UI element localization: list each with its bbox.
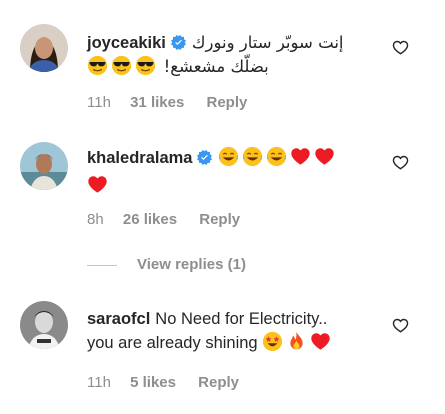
- timestamp[interactable]: 8h: [87, 211, 104, 228]
- comment-body: joyceakiki إنت سوبّر ستار ونورك !بضلّك مش…: [87, 31, 387, 79]
- timestamp[interactable]: 11h: [87, 94, 111, 111]
- smiling-face-with-sunglasses-icon: [135, 55, 156, 76]
- like-heart-icon[interactable]: [392, 154, 409, 171]
- comment-text-line2: !بضلّك مشعشع: [163, 57, 269, 76]
- star-struck-icon: [262, 331, 283, 352]
- comment-meta: 11h 31 likes Reply: [87, 94, 265, 111]
- face-with-tears-of-joy-icon: [242, 146, 263, 167]
- red-heart-icon: [290, 146, 311, 167]
- verified-badge-icon: [171, 35, 186, 50]
- view-replies-button[interactable]: View replies (1): [137, 256, 246, 273]
- comment-emojis: [87, 58, 164, 76]
- like-count[interactable]: 26 likes: [123, 211, 177, 228]
- like-count[interactable]: 31 likes: [130, 94, 184, 111]
- smiling-face-with-sunglasses-icon: [87, 55, 108, 76]
- comment-text-line1: No Need for Electricity..: [155, 310, 328, 328]
- avatar[interactable]: [20, 142, 68, 190]
- face-with-tears-of-joy-icon: [266, 146, 287, 167]
- reply-button[interactable]: Reply: [198, 374, 239, 391]
- timestamp[interactable]: 11h: [87, 374, 111, 391]
- smiling-face-with-sunglasses-icon: [111, 55, 132, 76]
- replies-divider: [87, 265, 117, 266]
- avatar-image: [20, 142, 68, 190]
- comment-body: khaledralama: [87, 146, 387, 198]
- comment-body: saraofcl No Need for Electricity.. you ar…: [87, 307, 387, 355]
- red-heart-icon: [310, 331, 331, 352]
- verified-badge-icon: [197, 150, 212, 165]
- reply-button[interactable]: Reply: [206, 94, 247, 111]
- comment-joyceakiki: joyceakiki إنت سوبّر ستار ونورك !بضلّك مش…: [0, 0, 445, 120]
- red-heart-icon: [87, 174, 108, 195]
- comment-khaledralama: khaledralama 8h 26 likes Reply View repl…: [0, 120, 445, 280]
- like-heart-icon[interactable]: [392, 317, 409, 334]
- comment-text-line1: إنت سوبّر ستار ونورك: [191, 33, 344, 52]
- comment-emojis: [218, 149, 338, 167]
- face-with-tears-of-joy-icon: [218, 146, 239, 167]
- red-heart-icon: [314, 146, 335, 167]
- comment-meta: 8h 26 likes Reply: [87, 211, 258, 228]
- comment-text-line2: you are already shining: [87, 334, 258, 352]
- fire-icon: [286, 331, 307, 352]
- username[interactable]: joyceakiki: [87, 34, 166, 52]
- like-heart-icon[interactable]: [392, 39, 409, 56]
- avatar-image: [20, 24, 68, 72]
- comment-meta: 11h 5 likes Reply: [87, 374, 257, 391]
- username[interactable]: khaledralama: [87, 149, 192, 167]
- comment-emojis: [262, 334, 334, 352]
- username[interactable]: saraofcl: [87, 310, 150, 328]
- comment-saraofcl: saraofcl No Need for Electricity.. you ar…: [0, 290, 445, 414]
- like-count[interactable]: 5 likes: [130, 374, 176, 391]
- reply-button[interactable]: Reply: [199, 211, 240, 228]
- avatar-image: [20, 301, 68, 349]
- avatar[interactable]: [20, 301, 68, 349]
- avatar[interactable]: [20, 24, 68, 72]
